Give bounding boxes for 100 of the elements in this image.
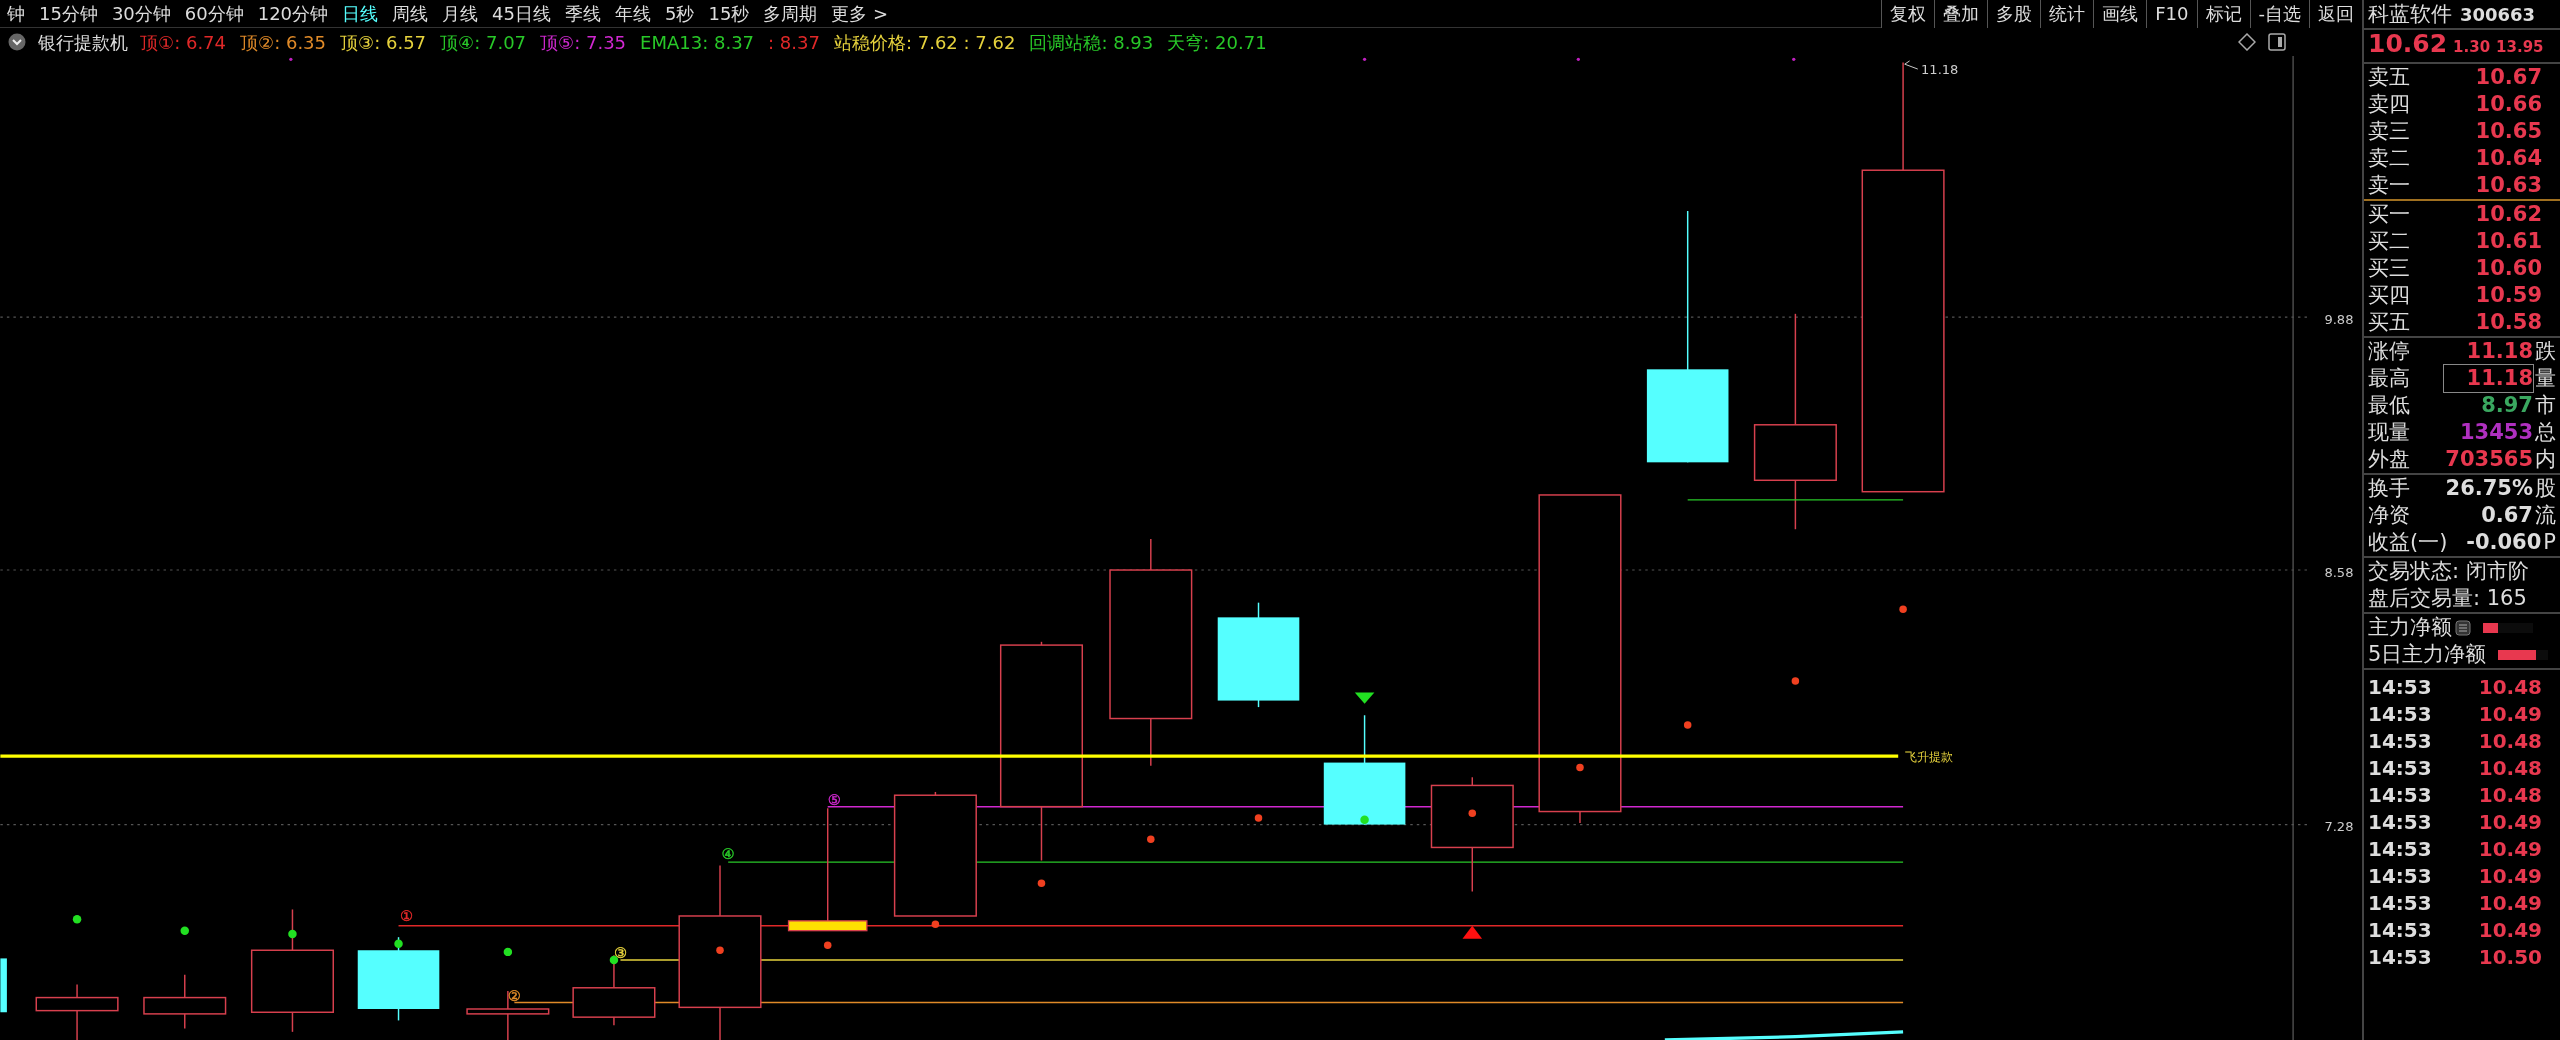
tick-price: 10.48 xyxy=(2477,674,2542,701)
period-tab[interactable]: 月线 xyxy=(435,0,486,27)
stat-value: 11.18 xyxy=(2465,338,2533,365)
signal-dot xyxy=(1791,677,1800,685)
legend-value: 站稳价格: 7.62 : 7.62 xyxy=(833,30,1016,55)
signal-dot xyxy=(72,915,82,924)
order-label: 卖二 xyxy=(2368,145,2411,172)
toolbar-button[interactable]: 标记 xyxy=(2196,0,2250,28)
stat-label: 最低 xyxy=(2368,392,2411,419)
signal-dot xyxy=(1468,809,1477,817)
tick-time: 14:53 xyxy=(2368,755,2433,782)
stat-label: 现量 xyxy=(2368,419,2411,446)
signal-dot xyxy=(1899,605,1907,613)
order-price: 10.64 xyxy=(2474,145,2542,172)
period-tab[interactable]: 15秒 xyxy=(701,0,757,27)
stat-label: 跌 xyxy=(2534,338,2556,365)
down-triangle-icon xyxy=(1354,692,1375,704)
tick-price: 10.48 xyxy=(2477,728,2542,755)
flow-label: 5日主力净额 xyxy=(2368,641,2487,668)
tick-price: 10.49 xyxy=(2477,701,2542,728)
tick-time: 14:53 xyxy=(2368,944,2433,971)
toolbar-button[interactable]: 叠加 xyxy=(1934,0,1988,28)
stat-label: P xyxy=(2542,529,2556,556)
signal-label: 飞升提款 xyxy=(1904,749,1953,764)
stat-label: 内 xyxy=(2534,446,2556,473)
period-tab[interactable]: 日线 xyxy=(335,0,386,27)
toolbar-button[interactable]: 统计 xyxy=(2040,0,2094,28)
tick-price: 10.48 xyxy=(2477,782,2542,809)
period-tab[interactable]: 5秒 xyxy=(658,0,702,27)
tick-time: 14:53 xyxy=(2368,890,2433,917)
period-tab[interactable]: 120分钟 xyxy=(250,0,336,27)
marker-label: ② xyxy=(507,986,521,1004)
legend-value: 顶①: 6.74 xyxy=(140,30,226,55)
tick-time: 14:53 xyxy=(2368,917,2433,944)
signal-dot xyxy=(716,946,724,954)
order-price: 10.61 xyxy=(2474,228,2542,255)
signal-dot xyxy=(1683,721,1692,729)
period-tab[interactable]: 60分钟 xyxy=(177,0,251,27)
panel-icon[interactable] xyxy=(2268,33,2286,51)
order-price: 10.62 xyxy=(2474,201,2542,228)
stat-label: 流 xyxy=(2534,502,2556,529)
signal-dot xyxy=(180,926,189,935)
period-tab[interactable]: 30分钟 xyxy=(104,0,178,27)
legend-value: 顶⑤: 7.35 xyxy=(540,30,627,55)
list-icon[interactable] xyxy=(2455,619,2471,636)
period-tab[interactable]: 季线 xyxy=(558,0,608,27)
stock-code: 300663 xyxy=(2460,2,2536,27)
tick-time: 14:53 xyxy=(2368,728,2433,755)
period-tab[interactable]: 45日线 xyxy=(485,0,558,27)
period-tab[interactable]: 更多 > xyxy=(824,0,896,27)
status-text: 交易状态: 闭市阶 xyxy=(2368,558,2529,585)
order-label: 卖一 xyxy=(2368,172,2411,199)
axis-label: 8.58 xyxy=(2324,564,2354,580)
high-price-label: 11.18 xyxy=(1921,61,1959,77)
signal-dot xyxy=(1792,57,1796,61)
toolbar-button[interactable]: 返回 xyxy=(2309,0,2362,28)
signal-dot xyxy=(394,939,403,948)
stat-value: -0.060 xyxy=(2465,529,2542,556)
stat-value: 11.18 xyxy=(2443,365,2533,392)
candle xyxy=(0,958,7,1013)
stat-label: 最高 xyxy=(2368,365,2411,392)
order-price: 10.67 xyxy=(2474,64,2542,91)
up-triangle-icon xyxy=(1462,925,1483,939)
diamond-icon[interactable] xyxy=(2238,33,2256,51)
order-label: 买四 xyxy=(2368,282,2411,309)
legend-value: 回调站稳: 8.93 xyxy=(1029,30,1154,55)
period-tab[interactable]: 15分钟 xyxy=(32,0,105,27)
axis-label: 9.88 xyxy=(2324,311,2354,327)
signal-dot xyxy=(1362,57,1367,61)
marker-label: ⑤ xyxy=(827,791,841,808)
stat-value: 703565 xyxy=(2444,446,2533,473)
toolbar-button[interactable]: 画线 xyxy=(2093,0,2147,28)
indicator-name: 银行提款机 xyxy=(38,30,128,55)
marker-label: ① xyxy=(400,906,414,924)
tick-time: 14:53 xyxy=(2368,809,2433,836)
tick-time: 14:53 xyxy=(2368,701,2433,728)
collapse-icon[interactable] xyxy=(8,33,26,51)
tick-time: 14:53 xyxy=(2368,863,2433,890)
stat-label: 外盘 xyxy=(2368,446,2411,473)
tick-price: 10.48 xyxy=(2477,755,2542,782)
flow-label: 主力净额 xyxy=(2368,614,2452,641)
period-tab[interactable]: 多周期 xyxy=(756,0,825,27)
period-tab[interactable]: 周线 xyxy=(385,0,436,27)
toolbar-button[interactable]: 多股 xyxy=(1987,0,2041,28)
signal-dot xyxy=(503,947,513,957)
period-tab[interactable]: 年线 xyxy=(608,0,658,27)
signal-dot xyxy=(1254,814,1263,822)
stat-value: 0.67 xyxy=(2480,502,2533,529)
legend-value: EMA13: 8.37 xyxy=(640,30,755,55)
period-tab[interactable]: 钟 xyxy=(0,0,32,27)
stat-label: 股 xyxy=(2534,475,2556,502)
tick-price: 10.49 xyxy=(2477,809,2542,836)
legend-value: 顶②: 6.35 xyxy=(240,30,327,55)
toolbar-button[interactable]: F10 xyxy=(2146,0,2197,28)
order-price: 10.59 xyxy=(2474,282,2542,309)
toolbar-button[interactable]: 复权 xyxy=(1881,0,1935,28)
tick-price: 10.49 xyxy=(2477,836,2542,863)
stat-label: 收益(一) xyxy=(2368,529,2448,556)
tick-price: 10.49 xyxy=(2477,917,2542,944)
toolbar-button[interactable]: -自选 xyxy=(2249,0,2309,28)
